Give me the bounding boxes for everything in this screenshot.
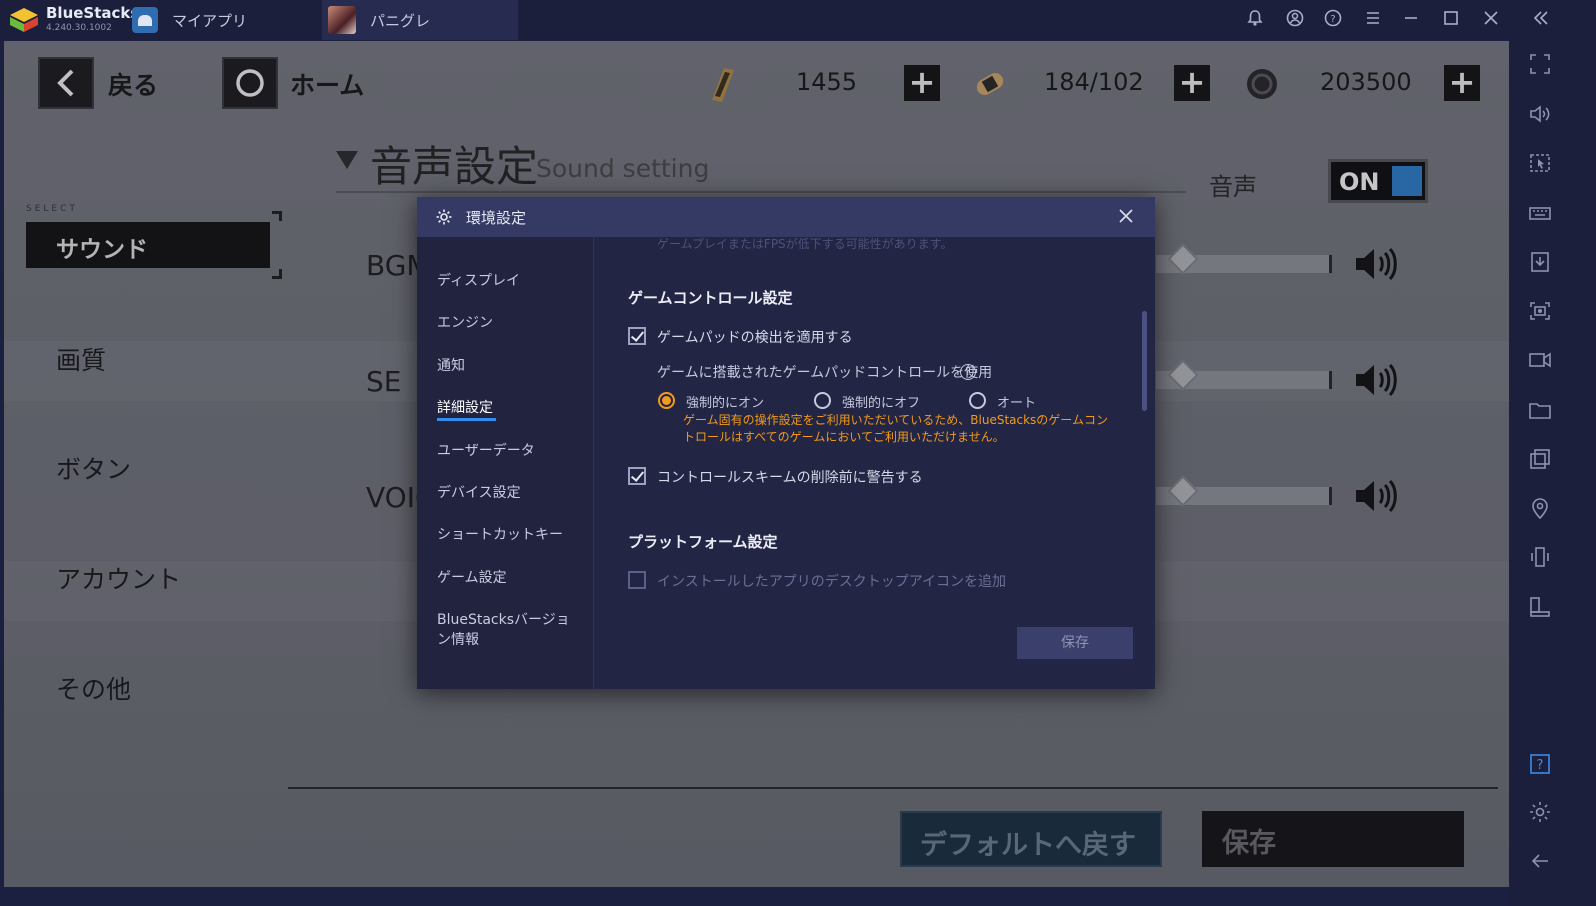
title-bar: BlueStacks 4.240.30.1002 マイアプリ パニグレ ?	[0, 0, 1596, 40]
tab-my-apps[interactable]: マイアプリ	[128, 0, 318, 40]
game-tab-icon	[328, 6, 356, 34]
svg-text:?: ?	[1330, 14, 1335, 25]
nav-device[interactable]: デバイス設定	[437, 483, 587, 503]
gamepad-warning: ゲーム固有の操作設定をご利用いただいているため、BlueStacksのゲームコン…	[683, 413, 1108, 444]
folder-icon[interactable]	[1528, 398, 1552, 422]
home-tab-icon	[132, 7, 158, 33]
dialog-close-icon[interactable]	[1114, 205, 1138, 229]
multi-instance-icon[interactable]	[1528, 447, 1552, 471]
gamepad-detect-label: ゲームパッドの検出を適用する	[657, 330, 853, 346]
gear-icon	[435, 208, 453, 226]
warn-delete-label: コントロールスキームの削除前に警告する	[657, 470, 923, 486]
minimize-icon[interactable]	[1400, 9, 1422, 31]
rotate-icon[interactable]	[1528, 595, 1552, 619]
help-icon[interactable]: ?	[1322, 9, 1344, 31]
settings-content: ゲームプレイまたはFPSが低下する可能性があります。 ゲームコントロール設定 ゲ…	[595, 237, 1155, 689]
maximize-icon[interactable]	[1440, 9, 1462, 31]
nav-advanced[interactable]: 詳細設定	[437, 398, 587, 418]
nav-shortcuts[interactable]: ショートカットキー	[437, 525, 587, 545]
app-brand: BlueStacks	[46, 4, 140, 22]
pointer-icon[interactable]	[1528, 151, 1552, 175]
menu-icon[interactable]	[1362, 9, 1384, 31]
svg-text:?: ?	[1537, 758, 1544, 773]
volume-icon[interactable]	[1528, 102, 1552, 126]
radio-force-off[interactable]	[814, 392, 831, 409]
dialog-save-label: 保存	[1061, 635, 1089, 651]
help-sidebar-icon[interactable]: ?	[1528, 752, 1552, 776]
settings-nav: ディスプレイ エンジン 通知 詳細設定 ユーザーデータ デバイス設定 ショートカ…	[417, 237, 594, 689]
content-scrollbar[interactable]	[1142, 311, 1147, 411]
install-apk-icon[interactable]	[1528, 250, 1552, 274]
nav-active-indicator	[437, 418, 496, 421]
nav-notifications[interactable]: 通知	[437, 356, 587, 376]
faded-scrolled-text: ゲームプレイまたはFPSが低下する可能性があります。	[657, 237, 953, 251]
radio-force-off-label: 強制的にオフ	[842, 396, 921, 411]
screenshot-icon[interactable]	[1528, 299, 1552, 323]
location-icon[interactable]	[1528, 496, 1552, 520]
tab-label: マイアプリ	[172, 11, 248, 30]
help-icon[interactable]: ?	[960, 364, 976, 380]
desktop-icon-checkbox[interactable]	[628, 571, 646, 589]
nav-display[interactable]: ディスプレイ	[437, 271, 587, 291]
app-version: 4.240.30.1002	[46, 23, 112, 33]
account-icon[interactable]	[1284, 9, 1306, 31]
settings-gear-icon[interactable]	[1528, 800, 1552, 824]
radio-force-on[interactable]	[658, 392, 675, 409]
back-arrow-icon[interactable]	[1528, 849, 1552, 873]
game-control-heading: ゲームコントロール設定	[628, 289, 793, 307]
nav-about[interactable]: BlueStacksバージョン情報	[437, 610, 582, 650]
collapse-sidebar-icon[interactable]	[1530, 9, 1552, 31]
desktop-icon-label: インストールしたアプリのデスクトップアイコンを追加	[657, 574, 1007, 590]
nav-user-data[interactable]: ユーザーデータ	[437, 441, 587, 461]
platform-heading: プラットフォーム設定	[628, 533, 778, 551]
radio-auto[interactable]	[969, 392, 986, 409]
shake-icon[interactable]	[1528, 545, 1552, 569]
dialog-save-button[interactable]: 保存	[1017, 627, 1133, 659]
bluestacks-logo-icon	[8, 6, 40, 34]
tab-label: パニグレ	[370, 11, 431, 30]
bell-icon[interactable]	[1244, 9, 1266, 31]
close-icon[interactable]	[1480, 9, 1502, 31]
radio-force-on-label: 強制的にオン	[686, 396, 765, 411]
nav-engine[interactable]: エンジン	[437, 313, 587, 333]
builtin-gamepad-label: ゲームに搭載されたゲームパッドコントロールを使用	[657, 365, 993, 381]
dialog-header: 環境設定	[417, 197, 1155, 237]
settings-dialog: 環境設定 ディスプレイ エンジン 通知 詳細設定 ユーザーデータ デバイス設定 …	[417, 197, 1155, 689]
keyboard-icon[interactable]	[1528, 201, 1552, 225]
dialog-title: 環境設定	[466, 209, 527, 227]
warn-delete-checkbox[interactable]	[628, 467, 646, 485]
nav-game-settings[interactable]: ゲーム設定	[437, 568, 587, 588]
record-video-icon[interactable]	[1528, 348, 1552, 372]
tab-game[interactable]: パニグレ	[322, 0, 518, 40]
radio-auto-label: オート	[997, 396, 1037, 411]
fullscreen-icon[interactable]	[1528, 52, 1552, 76]
right-sidebar: ?	[1510, 40, 1596, 906]
gamepad-detect-checkbox[interactable]	[628, 327, 646, 345]
